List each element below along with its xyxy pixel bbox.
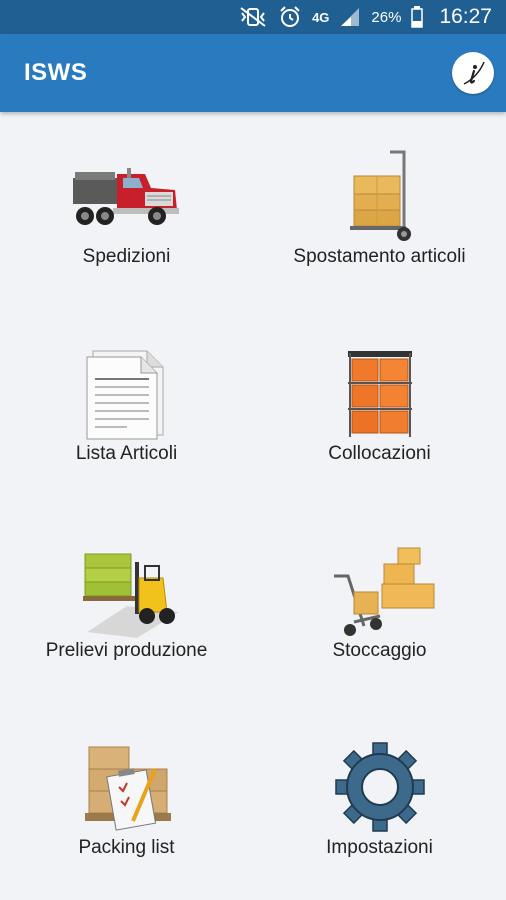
- battery-icon: [411, 6, 424, 28]
- menu-item-prelievi-produzione[interactable]: Prelievi produzione: [0, 506, 253, 703]
- gear-icon: [334, 742, 425, 832]
- menu-item-label: Spostamento articoli: [293, 246, 466, 267]
- menu-item-label: Stoccaggio: [332, 640, 427, 661]
- menu-item-label: Impostazioni: [326, 837, 433, 858]
- clock: 16:27: [439, 5, 492, 28]
- menu-item-lista-articoli[interactable]: Lista Articoli: [0, 309, 253, 506]
- battery-percent: 26%: [371, 8, 402, 26]
- menu-item-label: Packing list: [78, 837, 175, 858]
- menu-item-label: Lista Articoli: [75, 443, 178, 464]
- status-bar: 4G 26% 16:27: [0, 0, 506, 34]
- vibrate-mute-icon: [238, 6, 268, 28]
- menu-item-label: Spedizioni: [82, 246, 171, 267]
- shelf-boxes-icon: [347, 351, 412, 437]
- menu-item-spedizioni[interactable]: Spedizioni: [0, 112, 253, 309]
- signal-icon: [339, 7, 361, 27]
- app-title: ISWS: [24, 59, 88, 86]
- menu-item-label: Collocazioni: [328, 443, 431, 464]
- menu-item-spostamento-articoli[interactable]: Spostamento articoli: [253, 112, 506, 309]
- menu-item-stoccaggio[interactable]: Stoccaggio: [253, 506, 506, 703]
- network-type-icon: 4G: [312, 9, 330, 25]
- document-list-icon: [86, 350, 163, 440]
- forklift-icon: [82, 553, 179, 638]
- menu-item-packing-list[interactable]: Packing list: [0, 703, 253, 900]
- hand-truck-icon: [349, 150, 411, 241]
- alarm-icon: [278, 5, 302, 29]
- clipboard-pallet-icon: [84, 746, 171, 831]
- truck-icon: [72, 168, 179, 225]
- app-bar: ISWS: [0, 34, 506, 112]
- info-icon: [463, 61, 485, 85]
- menu-item-impostazioni[interactable]: Impostazioni: [253, 703, 506, 900]
- boxes-cart-icon: [333, 547, 434, 636]
- info-button[interactable]: [452, 52, 494, 94]
- menu-item-label: Prelievi produzione: [45, 640, 208, 661]
- menu-grid: Spedizioni Spostamento articoli Lista Ar…: [0, 112, 506, 900]
- menu-item-collocazioni[interactable]: Collocazioni: [253, 309, 506, 506]
